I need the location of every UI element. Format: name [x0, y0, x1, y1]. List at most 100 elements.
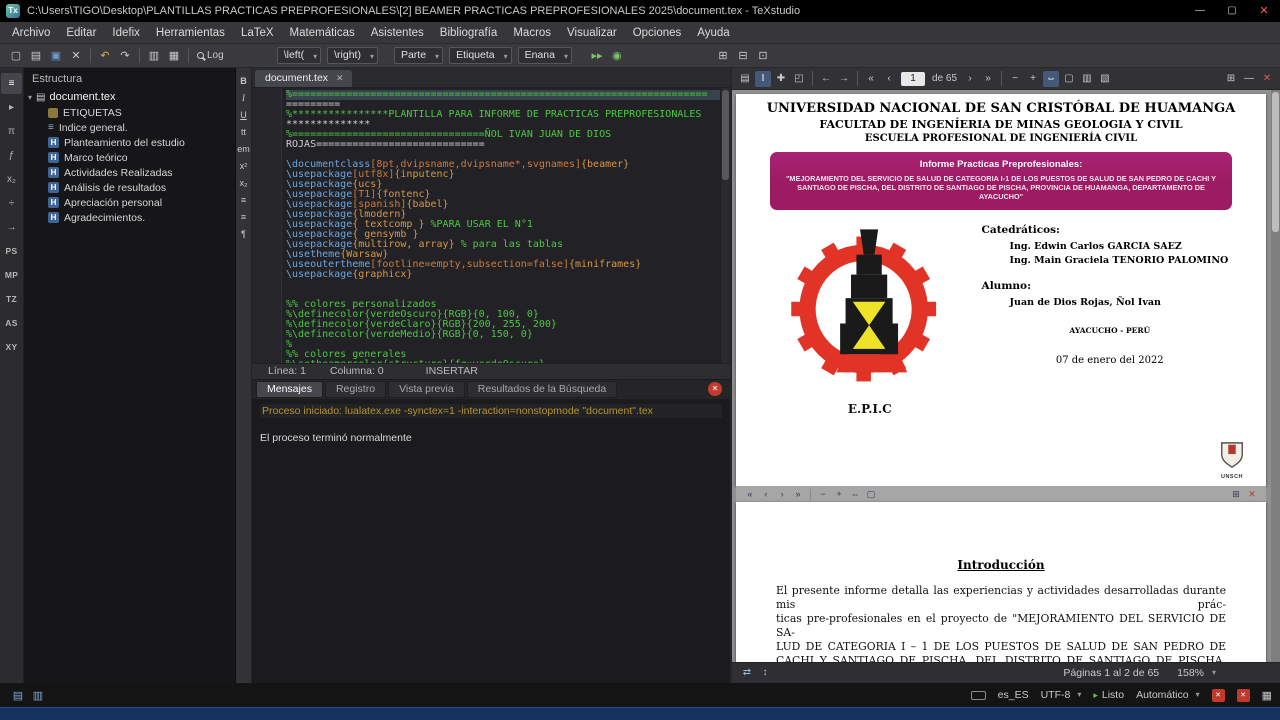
first-page-icon[interactable]: «: [863, 71, 879, 87]
thumbnails-icon[interactable]: ▤: [737, 71, 753, 87]
menu-item[interactable]: Visualizar: [559, 24, 625, 42]
back-icon[interactable]: ←: [818, 71, 834, 87]
zoom-in-icon[interactable]: +: [832, 487, 846, 501]
code-area[interactable]: %=======================================…: [282, 88, 720, 363]
view-pdf-icon[interactable]: ◉: [608, 47, 626, 65]
fit-page-icon[interactable]: ▢: [1061, 71, 1077, 87]
paste-icon[interactable]: ▦: [165, 47, 183, 65]
save-icon[interactable]: ▣: [47, 47, 65, 65]
maximize-button[interactable]: ▢: [1216, 0, 1248, 22]
minimize-viewer-icon[interactable]: —: [1241, 71, 1257, 87]
table-wizard-icon[interactable]: ⊞: [714, 47, 732, 65]
array-wizard-icon[interactable]: ⊟: [734, 47, 752, 65]
text-select-icon[interactable]: I: [755, 70, 771, 87]
close-icon[interactable]: ✕: [1245, 487, 1259, 501]
pdf-scrollbar[interactable]: [1271, 90, 1280, 662]
page-number-input[interactable]: 1: [901, 71, 925, 86]
status-lineending-combo[interactable]: Automático: [1136, 689, 1200, 701]
open-file-icon[interactable]: ▤: [27, 47, 45, 65]
tab-pstricks[interactable]: PS: [1, 241, 22, 262]
bold-button[interactable]: B: [236, 74, 251, 89]
fit-width-icon[interactable]: ⇔: [1043, 70, 1060, 87]
italic-button[interactable]: I: [236, 91, 251, 106]
sync-cursor-icon[interactable]: ⇄: [739, 665, 755, 681]
emph-button[interactable]: em: [236, 142, 251, 157]
structure-root[interactable]: ▾ ▤ document.tex: [24, 89, 235, 105]
zoom-out-icon[interactable]: −: [816, 487, 830, 501]
tab-symbols-operators[interactable]: ÷: [1, 193, 22, 214]
minimize-button[interactable]: —: [1184, 0, 1216, 22]
new-file-icon[interactable]: ▢: [7, 47, 25, 65]
left-delimiter-combo[interactable]: \left(: [276, 47, 322, 64]
close-viewer-icon[interactable]: ✕: [1259, 71, 1275, 87]
editor-scrollbar[interactable]: [720, 88, 730, 363]
code-editor[interactable]: %=======================================…: [252, 88, 730, 363]
menu-item[interactable]: Herramientas: [148, 24, 233, 42]
indicator-icon[interactable]: ✕: [1236, 688, 1250, 702]
newline-button[interactable]: ¶: [236, 227, 251, 242]
toggle-messages-icon[interactable]: ▥: [29, 687, 47, 705]
tab-document-tex[interactable]: document.tex ✕: [255, 70, 352, 87]
undo-icon[interactable]: ↶: [96, 47, 114, 65]
typewriter-button[interactable]: tt: [236, 125, 251, 140]
grid-icon[interactable]: ▦: [1262, 689, 1272, 702]
zoom-in-icon[interactable]: +: [1025, 71, 1041, 87]
menu-item[interactable]: Matemáticas: [282, 24, 363, 42]
status-language[interactable]: es_ES: [998, 689, 1029, 701]
structure-item[interactable]: H Planteamiento del estudio: [24, 135, 235, 150]
view-log-button[interactable]: Log: [193, 50, 228, 61]
close-file-icon[interactable]: ✕: [67, 47, 85, 65]
close-panel-icon[interactable]: ✕: [708, 382, 722, 396]
zoom-marquee-icon[interactable]: ◰: [791, 71, 807, 87]
structure-item[interactable]: H Agradecimientos.: [24, 210, 235, 225]
status-encoding-combo[interactable]: UTF-8: [1041, 689, 1082, 701]
indicator-icon[interactable]: ✕: [1211, 688, 1225, 702]
next-page-icon[interactable]: ›: [962, 71, 978, 87]
copy-icon[interactable]: ▥: [145, 47, 163, 65]
detach-viewer-icon[interactable]: ⊞: [1223, 71, 1239, 87]
tab-symbols-math[interactable]: ƒ: [1, 145, 22, 166]
menu-item[interactable]: Ayuda: [689, 24, 737, 42]
last-page-icon[interactable]: »: [980, 71, 996, 87]
prev-page-icon[interactable]: ‹: [881, 71, 897, 87]
zoom-out-icon[interactable]: −: [1007, 71, 1023, 87]
next-page-icon[interactable]: ›: [775, 487, 789, 501]
structure-item[interactable]: H Análisis de resultados: [24, 180, 235, 195]
section-level-combo[interactable]: Parte: [393, 47, 444, 64]
close-button[interactable]: ✕: [1248, 0, 1280, 22]
first-page-icon[interactable]: «: [743, 487, 757, 501]
last-page-icon[interactable]: »: [791, 487, 805, 501]
fit-width-icon[interactable]: ⇔: [848, 487, 862, 501]
continuous-mode-icon[interactable]: ▥: [1079, 71, 1095, 87]
panel-tab[interactable]: Registro: [324, 380, 387, 398]
menu-item[interactable]: Editar: [58, 24, 104, 42]
structure-item[interactable]: ETIQUETAS: [24, 105, 235, 120]
detach-icon[interactable]: ⊞: [1229, 487, 1243, 501]
right-delimiter-combo[interactable]: \right): [327, 47, 378, 64]
tab-symbols-greek[interactable]: π: [1, 121, 22, 142]
scroll-follow-icon[interactable]: ↕: [757, 665, 773, 681]
menu-item[interactable]: Macros: [505, 24, 559, 42]
tab-close-icon[interactable]: ✕: [336, 73, 344, 84]
pdf-zoom-combo[interactable]: 158%: [1177, 667, 1216, 679]
menu-item[interactable]: Bibliografía: [432, 24, 506, 42]
fit-page-icon[interactable]: ▢: [864, 487, 878, 501]
tab-asymptote[interactable]: AS: [1, 313, 22, 334]
panel-tab[interactable]: Resultados de la Búsqueda: [466, 380, 618, 398]
tab-symbols-scripts[interactable]: x₂: [1, 169, 22, 190]
tabbing-wizard-icon[interactable]: ⊡: [754, 47, 772, 65]
menu-item[interactable]: Asistentes: [363, 24, 432, 42]
subscript-button[interactable]: x₂: [236, 176, 251, 191]
menu-item[interactable]: Opciones: [625, 24, 690, 42]
tab-metapost[interactable]: MP: [1, 265, 22, 286]
label-wizard-combo[interactable]: Etiqueta: [449, 47, 512, 64]
tab-bookmarks[interactable]: ▸: [1, 97, 22, 118]
structure-item[interactable]: ≡ Indice general.: [24, 120, 235, 135]
redo-icon[interactable]: ↷: [116, 47, 134, 65]
toggle-structure-icon[interactable]: ▤: [9, 687, 27, 705]
panel-tab[interactable]: Mensajes: [256, 380, 323, 398]
forward-icon[interactable]: →: [836, 71, 852, 87]
prev-page-icon[interactable]: ‹: [759, 487, 773, 501]
pdf-scroll-area[interactable]: UNIVERSIDAD NACIONAL DE SAN CRISTÓBAL DE…: [732, 90, 1280, 662]
structure-item[interactable]: H Marco teórico: [24, 150, 235, 165]
